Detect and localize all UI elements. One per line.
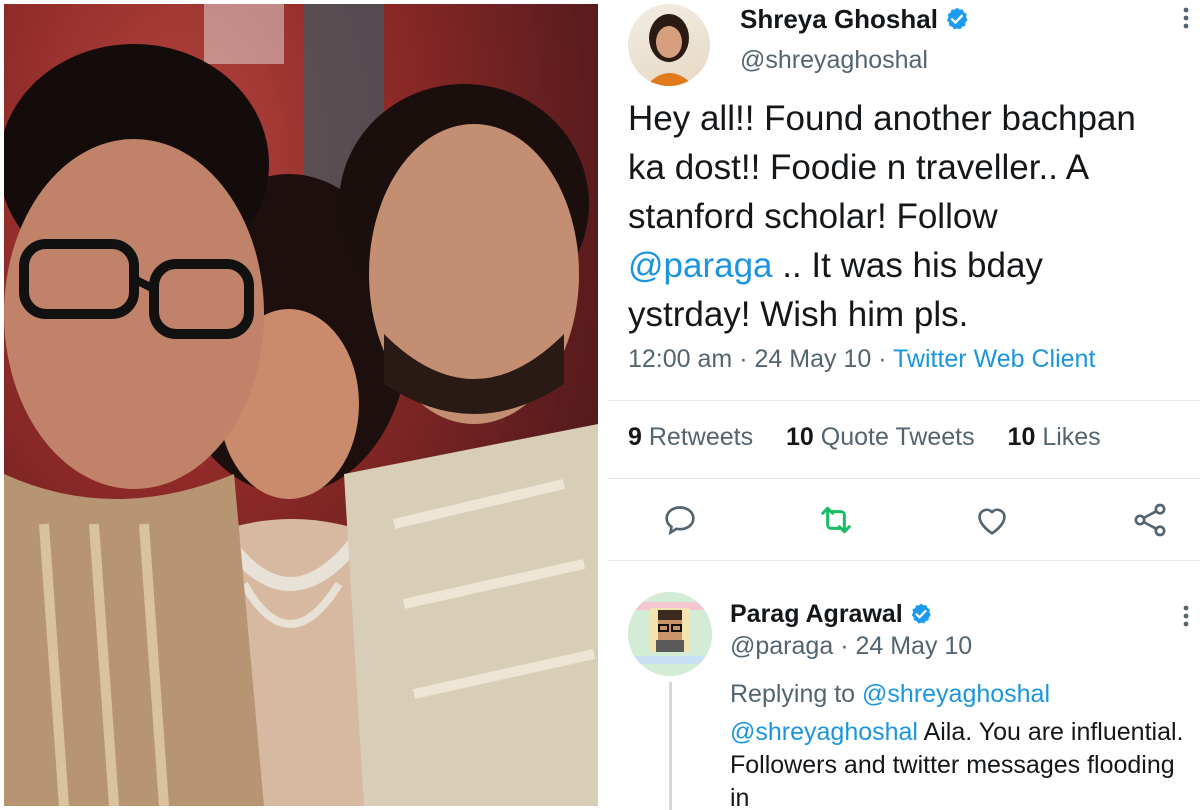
avatar-image xyxy=(628,592,712,676)
divider xyxy=(608,478,1200,479)
author-handle[interactable]: @shreyaghoshal xyxy=(740,46,928,75)
reply-text-fragment: Aila. You are influential. xyxy=(918,718,1184,746)
meta-separator: · xyxy=(739,345,748,373)
thread-line xyxy=(669,682,672,810)
reply-icon[interactable] xyxy=(660,500,700,540)
tweet-stats: 9 Retweets 10 Quote Tweets 10 Likes xyxy=(628,423,1127,452)
meta-separator: · xyxy=(840,632,849,660)
verified-badge-icon xyxy=(946,7,968,30)
tweet-text-fragment: .. It was his bday xyxy=(772,246,1043,285)
tweet-text: Hey all!! Found another bachpan ka dost!… xyxy=(628,94,1193,339)
selfie-photo xyxy=(4,4,598,806)
like-icon[interactable] xyxy=(972,500,1012,540)
author-avatar[interactable] xyxy=(628,4,710,86)
divider xyxy=(608,400,1200,401)
reply-author-name[interactable]: Parag Agrawal xyxy=(730,600,933,629)
reply-tweet[interactable]: Parag Agrawal @paraga · 24 May 10 Replyi… xyxy=(608,580,1200,810)
tweet-text-line: @paraga .. It was his bday xyxy=(628,241,1193,290)
tweet-meta: 12:00 am · 24 May 10 · Twitter Web Clien… xyxy=(628,345,1095,374)
reply-author-meta: @paraga · 24 May 10 xyxy=(730,632,972,661)
reply-author-avatar[interactable] xyxy=(628,592,712,676)
likes-stat[interactable]: 10 Likes xyxy=(1008,423,1101,451)
tweet-client-link[interactable]: Twitter Web Client xyxy=(893,345,1095,373)
tweet-card: Shreya Ghoshal @shreyaghoshal Hey all!! … xyxy=(608,0,1200,810)
reply-text-line: Followers and twitter messages flooding xyxy=(730,751,1175,779)
quote-tweets-count: 10 xyxy=(786,423,814,451)
likes-label: Likes xyxy=(1042,423,1101,451)
quote-tweets-stat[interactable]: 10 Quote Tweets xyxy=(786,423,975,451)
reply-text-line: @shreyaghoshal Aila. You are influential… xyxy=(730,716,1190,749)
avatar-image xyxy=(646,14,694,86)
reply-date[interactable]: 24 May 10 xyxy=(855,632,972,660)
retweets-count: 9 xyxy=(628,423,642,451)
divider xyxy=(608,560,1200,561)
tweet-text-line: Hey all!! Found another bachpan xyxy=(628,99,1136,138)
author-name[interactable]: Shreya Ghoshal xyxy=(740,4,970,35)
meta-separator: · xyxy=(878,345,887,373)
quote-tweets-label: Quote Tweets xyxy=(820,423,975,451)
retweet-icon[interactable] xyxy=(816,500,856,540)
photo-illustration xyxy=(4,4,598,806)
tweet-text-line: ystrday! Wish him pls. xyxy=(628,295,969,334)
author-name-text[interactable]: Shreya Ghoshal xyxy=(740,4,938,34)
tweet-text-line: stanford scholar! Follow xyxy=(628,197,998,236)
tweet-date[interactable]: 24 May 10 xyxy=(754,345,871,373)
retweets-stat[interactable]: 9 Retweets xyxy=(628,423,753,451)
replying-label: Replying to xyxy=(730,680,856,708)
reply-author-handle[interactable]: @paraga xyxy=(730,632,833,660)
more-icon[interactable] xyxy=(1182,604,1190,628)
verified-badge-icon xyxy=(911,603,931,624)
likes-count: 10 xyxy=(1007,423,1036,451)
tweet-time[interactable]: 12:00 am xyxy=(628,345,732,373)
tweet-text-line: ka dost!! Foodie n traveller.. A xyxy=(628,148,1090,187)
tweet-actions xyxy=(608,500,1200,544)
mention-link[interactable]: @paraga xyxy=(628,246,773,285)
reply-text: @shreyaghoshal Aila. You are influential… xyxy=(730,716,1190,810)
reply-text-line: in xyxy=(730,784,750,810)
replying-to-link[interactable]: @shreyaghoshal xyxy=(862,680,1050,708)
mention-link[interactable]: @shreyaghoshal xyxy=(730,718,918,746)
replying-to: Replying to @shreyaghoshal xyxy=(730,680,1050,709)
reply-author-name-text[interactable]: Parag Agrawal xyxy=(730,600,903,628)
retweets-label: Retweets xyxy=(648,423,754,451)
share-icon[interactable] xyxy=(1130,500,1170,540)
more-icon[interactable] xyxy=(1182,6,1190,30)
